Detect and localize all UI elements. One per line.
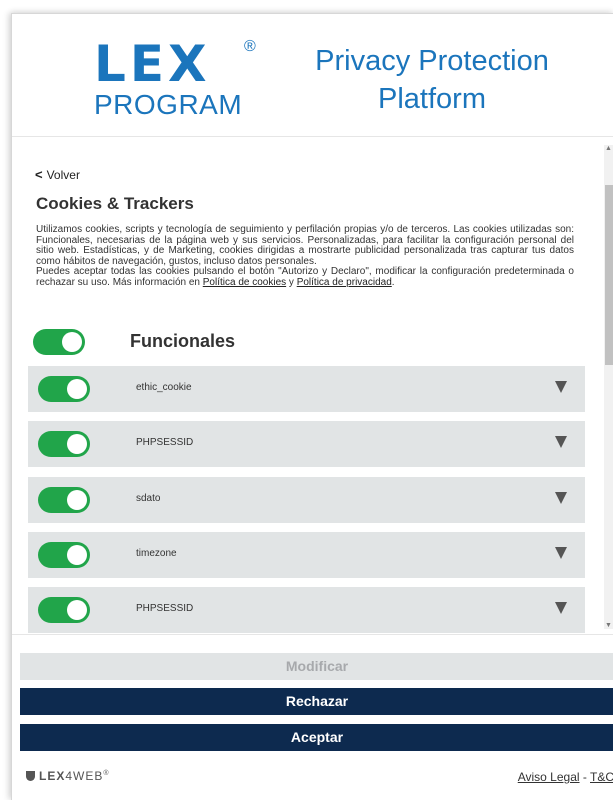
legal-links: Aviso Legal - T&C (518, 770, 613, 784)
legal-separator: - (579, 770, 590, 784)
lex4web-brand: LEX4WEB® (26, 769, 110, 783)
scrollbar-thumb[interactable] (605, 185, 613, 365)
platform-title-line1: Privacy Protection (315, 45, 549, 77)
toggle-knob (62, 332, 82, 352)
expand-arrow-icon[interactable] (555, 381, 567, 393)
platform-title-line2: Platform (378, 83, 486, 115)
toggle-knob (67, 379, 87, 399)
cookie-toggle[interactable] (38, 431, 90, 457)
footer-divider (12, 634, 613, 635)
toggle-knob (67, 600, 87, 620)
cookie-name: timezone (136, 548, 177, 559)
dialog-header: LEX ® PROGRAM Privacy Protection Platfor… (12, 14, 613, 137)
period-text: . (391, 276, 395, 288)
modify-button[interactable]: Modificar (20, 653, 613, 680)
cookie-name: ethic_cookie (136, 382, 192, 393)
description-paragraph-1: Utilizamos cookies, scripts y tecnología… (36, 224, 574, 267)
cookie-name: PHPSESSID (136, 437, 194, 448)
logo-registered-mark: ® (244, 38, 256, 55)
platform-title: Privacy Protection Platform (292, 42, 572, 118)
expand-arrow-icon[interactable] (555, 436, 567, 448)
brand-bold: LEX (39, 769, 66, 783)
legal-notice-link[interactable]: Aviso Legal (518, 770, 580, 784)
expand-arrow-icon[interactable] (555, 547, 567, 559)
cookie-row: PHPSESSID (28, 421, 585, 467)
shield-icon (26, 771, 35, 781)
accept-button[interactable]: Aceptar (20, 724, 613, 751)
cookie-toggle[interactable] (38, 542, 90, 568)
terms-link[interactable]: T&C (590, 770, 613, 784)
cookie-name: sdato (136, 493, 161, 504)
group-label-funcionales: Funcionales (130, 331, 236, 351)
consent-dialog: LEX ® PROGRAM Privacy Protection Platfor… (11, 13, 613, 800)
cookie-row: PHPSESSID (28, 587, 585, 633)
cookie-name: PHPSESSID (136, 603, 194, 614)
section-title: Cookies & Trackers (36, 194, 194, 213)
toggle-knob (67, 434, 87, 454)
cookie-toggle[interactable] (38, 376, 90, 402)
scroll-up-icon[interactable]: ▲ (605, 145, 612, 152)
group-toggle-funcionales[interactable] (33, 329, 85, 355)
expand-arrow-icon[interactable] (555, 492, 567, 504)
expand-arrow-icon[interactable] (555, 602, 567, 614)
cookie-description: Utilizamos cookies, scripts y tecnología… (36, 224, 574, 288)
toggle-knob (67, 490, 87, 510)
back-label: Volver (46, 168, 80, 182)
cookie-row: sdato (28, 477, 585, 523)
cookie-policy-link[interactable]: Política de cookies (203, 277, 286, 288)
reject-button[interactable]: Rechazar (20, 688, 613, 715)
privacy-policy-link[interactable]: Política de privacidad (297, 277, 392, 288)
toggle-knob (67, 545, 87, 565)
logo-lex-text: LEX (94, 35, 211, 93)
scroll-down-icon[interactable]: ▼ (605, 622, 612, 629)
lex-program-logo: LEX ® PROGRAM (94, 36, 274, 120)
back-link[interactable]: < Volver (35, 167, 80, 182)
cookie-toggle[interactable] (38, 597, 90, 623)
brand-rest: 4WEB (65, 769, 104, 783)
and-text: y (286, 276, 297, 288)
logo-program-text: PROGRAM (94, 89, 243, 120)
cookie-row: timezone (28, 532, 585, 578)
cookie-settings-panel: < Volver Cookies & Trackers Utilizamos co… (12, 137, 613, 634)
cookie-toggle[interactable] (38, 487, 90, 513)
cookie-row: ethic_cookie (28, 366, 585, 412)
brand-registered-mark: ® (103, 770, 110, 777)
chevron-left-icon: < (35, 167, 43, 182)
content-scrollbar[interactable]: ▲ ▼ (604, 145, 613, 629)
